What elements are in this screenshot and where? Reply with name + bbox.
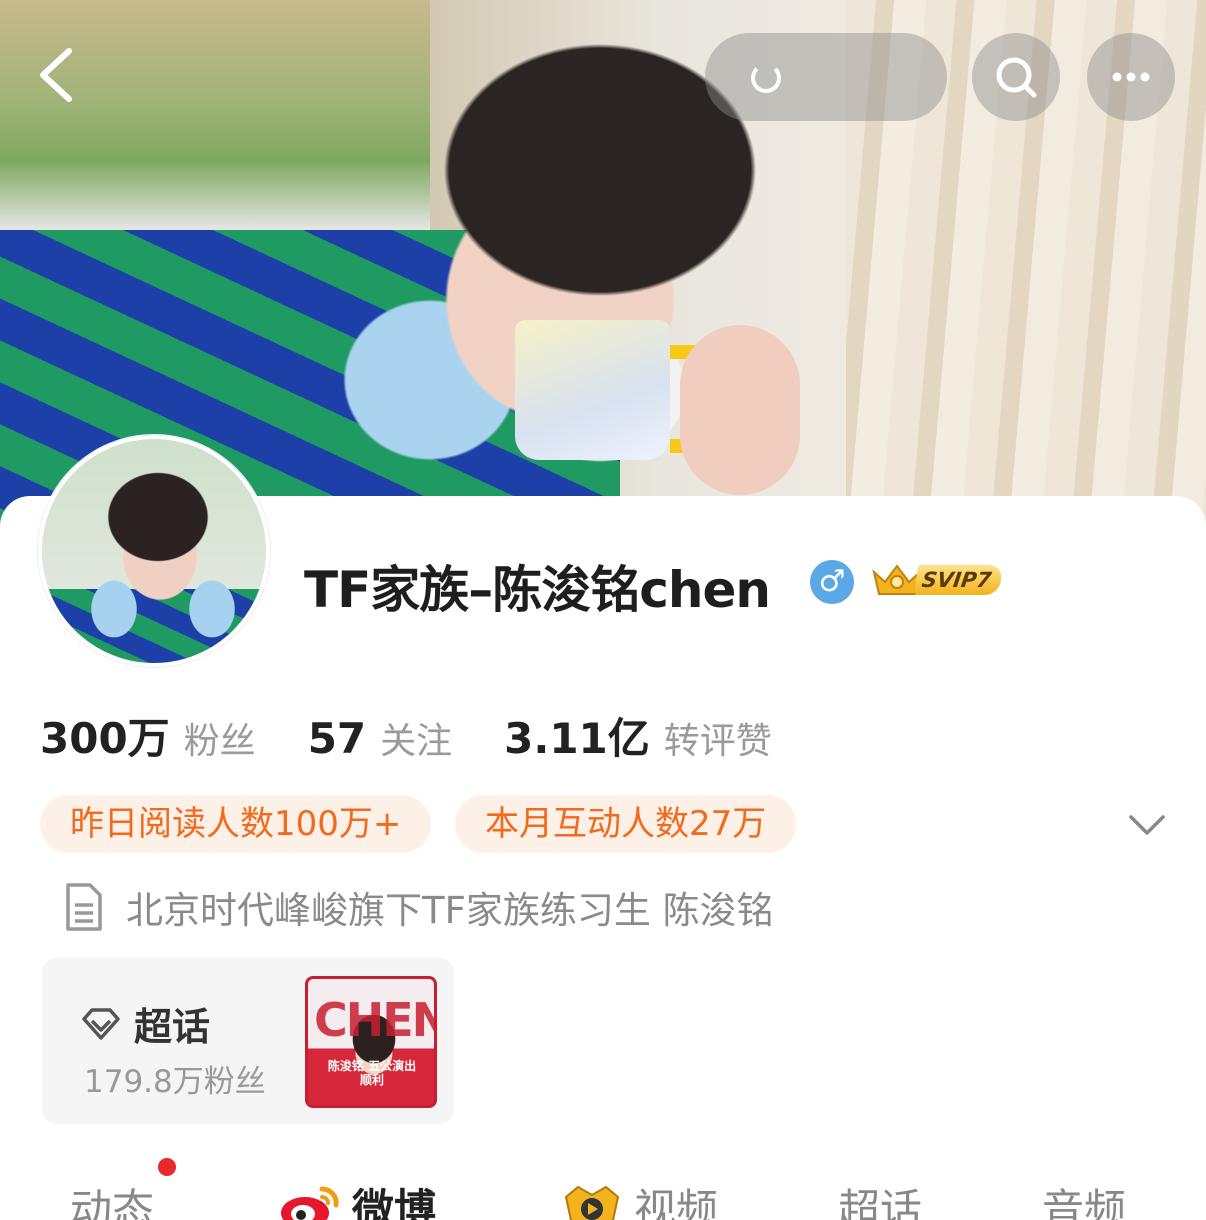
search-button[interactable] [972, 33, 1060, 121]
stat-value: 3.11亿 [504, 714, 650, 763]
cover-background-window [0, 0, 430, 230]
tab-weibo[interactable]: 微博 [278, 1176, 436, 1220]
loading-spinner-icon [751, 63, 781, 93]
stat-value: 300万 [40, 714, 170, 763]
more-dots-icon [1112, 72, 1150, 82]
tab-label: 动态 [70, 1185, 155, 1220]
svip-level-label: SVIP7 [913, 565, 1004, 595]
weibo-icon [278, 1183, 342, 1220]
stat-label: 转评赞 [663, 721, 772, 762]
back-button[interactable] [22, 40, 92, 110]
more-button[interactable] [1087, 33, 1175, 121]
profile-tabs: 动态 微博 视频 超话 音频 [0, 1168, 1206, 1220]
cover-hand [680, 325, 800, 495]
tab-label: 微博 [352, 1185, 437, 1220]
chevron-left-icon [40, 48, 72, 102]
tab-activity[interactable]: 动态 [70, 1176, 154, 1220]
username: TF家族–陈浚铭chen [304, 561, 771, 619]
header-title-pill[interactable] [705, 33, 947, 121]
video-play-icon [560, 1183, 624, 1220]
chevron-down-icon [1129, 815, 1165, 835]
search-icon [996, 57, 1037, 98]
tab-label: 音频 [1042, 1185, 1127, 1220]
super-topic-title: 超话 [134, 1005, 211, 1049]
chip-yesterday-reads[interactable]: 昨日阅读人数100万+ [40, 795, 432, 853]
tab-video[interactable]: 视频 [560, 1176, 718, 1220]
stat-label: 关注 [380, 721, 453, 762]
male-gender-icon: ♂ [810, 560, 854, 604]
poster-caption: 陈浚铭 五公演出顺利 [327, 1059, 417, 1087]
stat-likes[interactable]: 3.11亿 转评赞 [504, 705, 772, 766]
tab-label: 超话 [838, 1185, 923, 1220]
stat-following[interactable]: 57 关注 [308, 712, 452, 764]
chip-month-interactions[interactable]: 本月互动人数27万 [455, 795, 797, 853]
svip-badge[interactable]: SVIP7 [870, 560, 1016, 600]
tab-label: 视频 [634, 1185, 719, 1220]
stat-label: 粉丝 [183, 721, 256, 762]
tab-audio[interactable]: 音频 [1042, 1176, 1126, 1220]
poster-title: CHEN [314, 993, 437, 1047]
document-icon [66, 883, 102, 931]
super-topic-title-row: 超话 [80, 996, 210, 1051]
super-topic-fans: 179.8万粉丝 [84, 1064, 266, 1100]
avatar[interactable] [38, 435, 270, 667]
bio-text: 北京时代峰峻旗下TF家族练习生 陈浚铭 [126, 889, 774, 932]
cover-mug [515, 320, 670, 460]
stats-row: 300万 粉丝 57 关注 3.11亿 转评赞 [40, 705, 824, 766]
super-topic-card[interactable]: 超话 179.8万粉丝 CHEN 陈浚铭 五公演出顺利 [42, 958, 454, 1124]
stat-value: 57 [307, 714, 367, 763]
bio-row[interactable]: 北京时代峰峻旗下TF家族练习生 陈浚铭 [62, 880, 774, 934]
super-topic-poster: CHEN 陈浚铭 五公演出顺利 [305, 976, 437, 1108]
diamond-icon [82, 1007, 120, 1040]
expand-button[interactable] [1122, 800, 1172, 850]
tab-super-topic[interactable]: 超话 [838, 1176, 922, 1220]
stat-followers[interactable]: 300万 粉丝 [40, 705, 256, 766]
